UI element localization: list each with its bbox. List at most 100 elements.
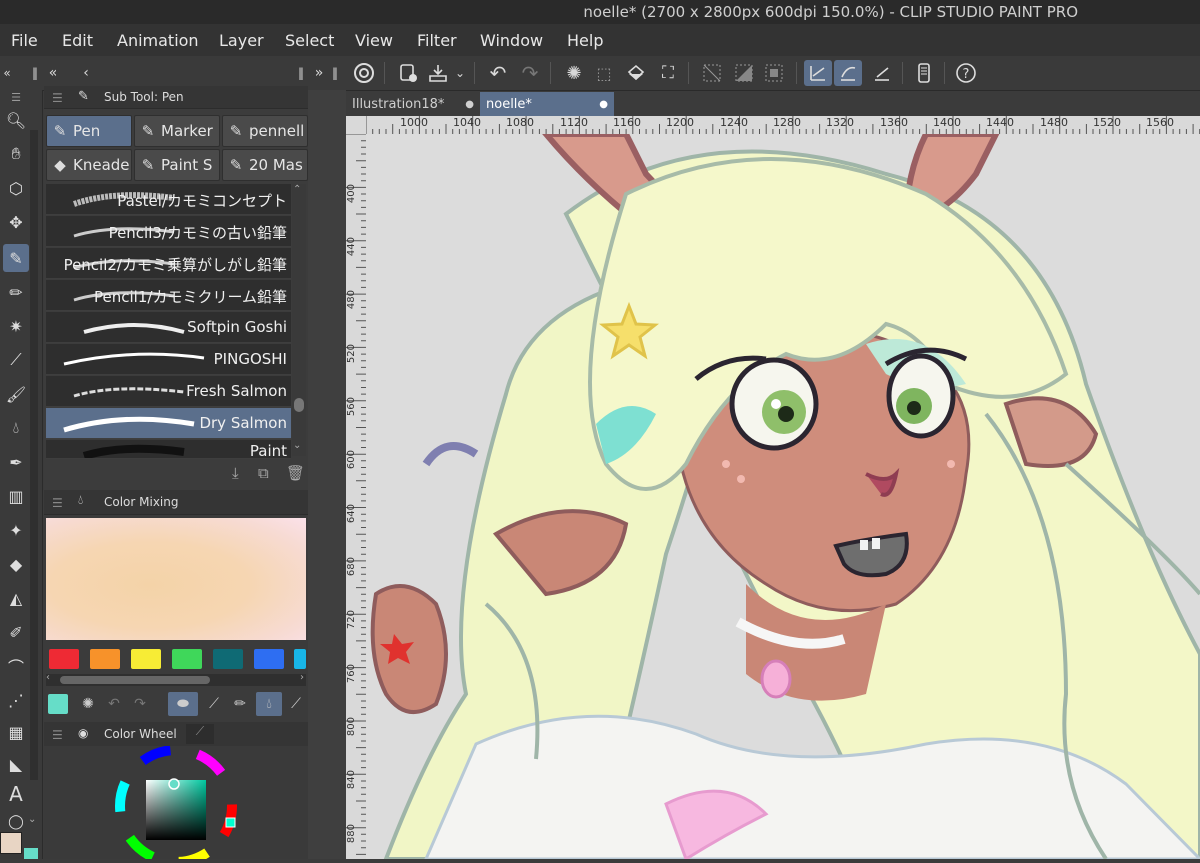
brush-list-scrollbar[interactable]: ⌃ ⌄ — [292, 184, 306, 456]
clear-mix-icon[interactable]: ✺ — [78, 694, 98, 714]
deselect-icon[interactable] — [698, 60, 726, 86]
panel-menu-icon[interactable]: ☰ — [52, 91, 63, 105]
close-tab-icon[interactable]: ● — [465, 99, 474, 110]
collapse-left-icon[interactable]: « — [0, 60, 14, 86]
fill-tool-icon[interactable]: ◭ — [3, 584, 29, 612]
mix-brush-icon[interactable]: ⬬ — [168, 692, 198, 716]
operation-icon[interactable]: ⬡ — [3, 174, 29, 202]
text-icon[interactable]: A — [3, 780, 29, 808]
menu-layer[interactable]: Layer — [219, 31, 264, 50]
menu-help[interactable]: Help — [567, 31, 603, 50]
trash-icon[interactable]: 🗑︎ — [286, 464, 305, 482]
scroll-up-icon[interactable]: ⌃ — [293, 184, 301, 195]
brush-item-pingoshi[interactable]: PINGOSHI — [46, 344, 291, 375]
swatch-scrollbar[interactable]: ‹ › — [46, 672, 306, 686]
tool-scrollbar[interactable] — [30, 130, 38, 780]
drawing-canvas[interactable] — [366, 134, 1200, 859]
transform-icon[interactable]: ⛶ — [654, 60, 682, 86]
save-icon[interactable] — [424, 60, 452, 86]
color-swatch-orange[interactable] — [90, 649, 120, 669]
gradient-icon[interactable]: ✐ — [3, 618, 29, 646]
color-swatch-cyan[interactable] — [294, 649, 306, 669]
eyedropper-icon[interactable]: ⟋ — [286, 694, 306, 714]
brush-item-pencil2[interactable]: Pencil2/カモミ乗算がしがし鉛筆 — [46, 248, 291, 279]
subtool-tab-pennell[interactable]: ✎ pennell — [222, 115, 308, 147]
sprayer-icon[interactable]: ▥ — [3, 482, 29, 510]
color-swatch-blue[interactable] — [254, 649, 284, 669]
main-color-swatch[interactable] — [0, 832, 22, 854]
redo-icon[interactable]: ↷ — [516, 60, 544, 86]
ruler-icon[interactable]: ◣ — [3, 750, 29, 778]
selection-border-icon[interactable] — [760, 60, 788, 86]
clip-studio-icon[interactable] — [350, 60, 378, 86]
subtool-tab-paint[interactable]: ✎ Paint S — [134, 149, 220, 181]
line-icon[interactable]: ⋰ — [3, 686, 29, 714]
undo-icon[interactable]: ↶ — [104, 694, 124, 714]
color-slider-tab-icon[interactable]: ⟋ — [186, 724, 214, 744]
brush-item-pencil3[interactable]: Pencil3/カモミの古い鉛筆 — [46, 216, 291, 247]
snap-to-grid-icon[interactable] — [868, 60, 896, 86]
figure-icon[interactable]: ⌒ — [3, 652, 29, 680]
panel-menu-icon[interactable]: ☰ — [52, 496, 63, 510]
zoom-icon[interactable]: 🔍︎ — [3, 106, 29, 134]
scroll-thumb[interactable] — [294, 398, 304, 412]
blend-icon[interactable]: 💧︎ — [3, 414, 29, 442]
frame-border-icon[interactable]: ▦ — [3, 718, 29, 746]
pencil-tool-icon[interactable]: ✏︎ — [3, 278, 29, 306]
transparent-color-swatch[interactable] — [24, 848, 38, 859]
chevron-down-icon[interactable]: ⌄ — [28, 814, 36, 825]
menu-view[interactable]: View — [355, 31, 393, 50]
brush-item-paint[interactable]: Paint — [46, 440, 291, 459]
brush-item-softpin-goshi[interactable]: Softpin Goshi — [46, 312, 291, 343]
menu-edit[interactable]: Edit — [62, 31, 93, 50]
brush-item-dry-salmon[interactable]: Dry Salmon — [46, 408, 291, 439]
undo-icon[interactable]: ↶ — [484, 60, 512, 86]
color-swatch-red[interactable] — [49, 649, 79, 669]
menu-window[interactable]: Window — [480, 31, 543, 50]
scroll-down-icon[interactable]: ⌄ — [293, 440, 301, 451]
double-chevron-right-icon[interactable]: » — [310, 60, 328, 86]
help-icon[interactable]: ? — [952, 60, 980, 86]
eraser-icon[interactable]: ◆ — [3, 550, 29, 578]
color-swatch-green[interactable] — [172, 649, 202, 669]
close-tab-icon[interactable]: ● — [599, 99, 608, 110]
brush-item-pastel[interactable]: Pastel/カモミコンセプト — [46, 184, 291, 215]
clear-outside-icon[interactable]: ⬚ — [590, 60, 618, 86]
scroll-thumb[interactable] — [60, 676, 210, 684]
sparkle-icon[interactable]: ✦ — [3, 516, 29, 544]
invert-selection-icon[interactable] — [730, 60, 758, 86]
subtool-tab-marker[interactable]: ✎ Marker — [134, 115, 220, 147]
eraser-icon[interactable]: ✏︎ — [230, 694, 250, 714]
brush-item-fresh-salmon[interactable]: Fresh Salmon — [46, 376, 291, 407]
subtool-tab-kneaded[interactable]: ◆ Kneade — [46, 149, 132, 181]
blend-drops-icon[interactable]: 💧︎ — [256, 692, 282, 716]
smartphone-icon[interactable] — [910, 60, 938, 86]
decoration-icon[interactable]: ✒︎ — [3, 448, 29, 476]
save-subtool-icon[interactable]: ⤓ — [232, 464, 239, 482]
fill-icon[interactable] — [622, 60, 650, 86]
menu-file[interactable]: File — [11, 31, 38, 50]
chevron-down-icon[interactable]: ⌄ — [452, 60, 468, 86]
snap-to-ruler-icon[interactable] — [804, 60, 832, 86]
redo-icon[interactable]: ↷ — [130, 694, 150, 714]
double-chevron-left-icon[interactable]: « — [44, 60, 62, 86]
new-file-icon[interactable] — [394, 60, 422, 86]
color-swatch-yellow[interactable] — [131, 649, 161, 669]
color-swatch-teal[interactable] — [213, 649, 243, 669]
color-mixing-canvas[interactable] — [46, 518, 306, 640]
chevron-left-icon[interactable]: ‹ — [78, 60, 94, 86]
eyedropper-icon[interactable]: ⟋ — [3, 346, 29, 374]
airbrush-icon[interactable]: ✷ — [3, 312, 29, 340]
eyedropper-blend-icon[interactable]: ⟋ — [204, 694, 224, 714]
menu-animation[interactable]: Animation — [117, 31, 199, 50]
hand-icon[interactable]: ✋︎ — [3, 140, 29, 168]
menu-select[interactable]: Select — [285, 31, 334, 50]
chevron-right-icon[interactable]: › — [300, 672, 304, 683]
chevron-left-icon[interactable]: ‹ — [46, 672, 50, 683]
brush-icon[interactable]: 🖌︎ — [3, 380, 29, 408]
current-color-chip[interactable] — [48, 694, 68, 714]
document-tab-noelle[interactable]: noelle* ● — [480, 92, 614, 116]
subtool-tab-pen[interactable]: ✎ Pen — [46, 115, 132, 147]
menu-filter[interactable]: Filter — [417, 31, 457, 50]
brush-item-pencil1[interactable]: Pencil1/カモミクリーム鉛筆 — [46, 280, 291, 311]
